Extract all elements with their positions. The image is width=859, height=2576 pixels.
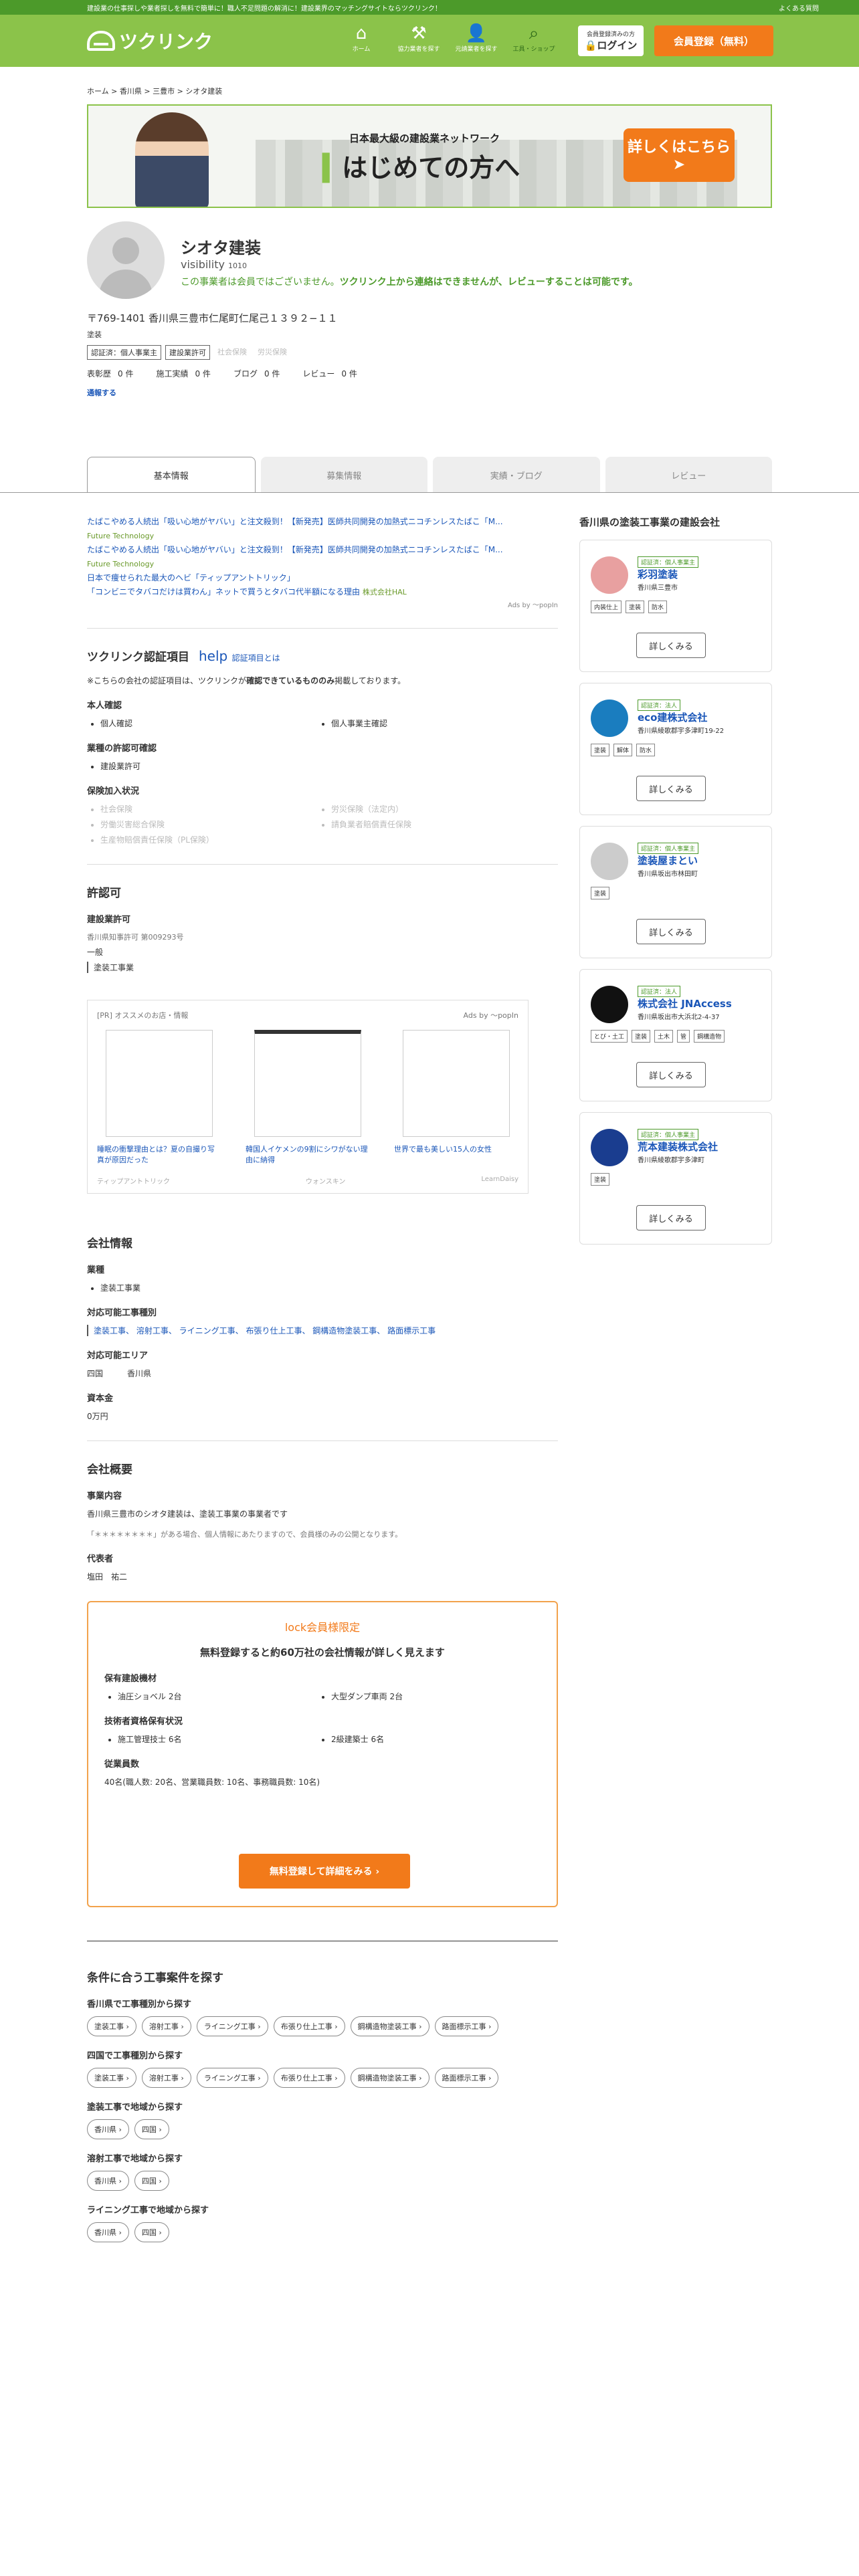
insurance-list: 社会保険労災保険（法定内） 労働災害総合保険請負業者賠償責任保険 生産物賠償責任… xyxy=(87,803,558,845)
search-chip[interactable]: 四国 › xyxy=(134,2119,169,2139)
search-chip[interactable]: ライニング工事 › xyxy=(196,2068,268,2088)
members-register-button[interactable]: 無料登録して詳細をみる › xyxy=(239,1854,410,1889)
helmet-icon xyxy=(87,31,115,51)
search-chip[interactable]: 路面標示工事 › xyxy=(434,2068,499,2088)
company-card[interactable]: 認証済：法人 株式会社 JNAccess 香川県坂出市大浜北2-4-37 とび・土工塗… xyxy=(579,969,772,1101)
ad-links: たばこやめる人続出「吸い心地がヤバい」と注文殺到！【新発売】医師共同開発の加熱式… xyxy=(87,517,503,597)
search-chip[interactable]: 路面標示工事 › xyxy=(434,2016,499,2036)
main-nav: ⌂ ホーム ⚒ 協力業者を探す 👤 元請業者を探す ⌕ 工具・ショップ xyxy=(340,23,555,53)
search-chip[interactable]: 四国 › xyxy=(134,2222,169,2242)
cert-badges: 認証済：個人事業主 建設業許可 社会保険 労災保険 xyxy=(87,345,772,360)
company-logo xyxy=(591,556,628,594)
profile-header: シオタ建装 visibility 1010 この事業者は会員ではございません。ツ… xyxy=(87,221,772,299)
home-icon: ⌂ xyxy=(355,23,367,43)
search-chip[interactable]: 布張り仕上工事 › xyxy=(273,2016,345,2036)
search-chip[interactable]: 四国 › xyxy=(134,2171,169,2191)
company-card[interactable]: 認証済：個人事業主 彩羽塗装 香川県三豊市 内装仕上 塗装 防水 詳しくみる xyxy=(579,540,772,672)
search-chip[interactable]: 溶射工事 › xyxy=(141,2068,191,2088)
company-card[interactable]: 認証済：個人事業主 荒本建装株式会社 香川県綾歌郡宇多津町 塗装 詳しくみる xyxy=(579,1112,772,1245)
login-button[interactable]: 会員登録済みの方 🔒ログイン xyxy=(578,25,644,56)
search-chip[interactable]: 香川県 › xyxy=(87,2222,129,2242)
company-name: シオタ建装 xyxy=(181,239,261,257)
search-chip[interactable]: 鋼構造物塗装工事 › xyxy=(350,2068,430,2088)
company-card[interactable]: 認証済：個人事業主 塗装屋まとい 香川県坂出市林田町 塗装 詳しくみる xyxy=(579,826,772,958)
search-icon: ⌕ xyxy=(529,23,539,43)
ad-link[interactable]: 日本で痩せられた最大のヘビ「ティップアントトリック」 xyxy=(87,573,295,582)
card-more-button[interactable]: 詳しくみる xyxy=(636,633,706,658)
cert-help-link[interactable]: 認証項目とは xyxy=(232,653,280,663)
help-icon: help 認証項目とは xyxy=(199,648,280,664)
search-chip[interactable]: 布張り仕上工事 › xyxy=(273,2068,345,2088)
tab-recruit[interactable]: 募集情報 xyxy=(260,457,427,493)
tab-basic[interactable]: 基本情報 xyxy=(87,457,256,493)
profile-stats: 表彰歴 0 件 施工実績 0 件 ブログ 0 件 レビュー 0 件 xyxy=(87,369,357,379)
banner-cta-button[interactable]: 詳しくはこちら ➤ xyxy=(624,128,735,182)
report-link[interactable]: 通報する xyxy=(87,387,772,398)
address: 〒769-1401 香川県三豊市仁尾町仁尾己１３９２−１１ xyxy=(87,312,338,324)
nav-find-contractors[interactable]: ⚒ 協力業者を探す xyxy=(397,23,440,53)
arrow-icon: ➤ xyxy=(672,156,686,173)
search-chip[interactable]: 香川県 › xyxy=(87,2119,129,2139)
card-more-button[interactable]: 詳しくみる xyxy=(636,1062,706,1087)
search-chip[interactable]: 溶射工事 › xyxy=(141,2016,191,2036)
pr-card[interactable]: 世界で最も美しい15人の女性 xyxy=(394,1030,518,1165)
avatar xyxy=(87,221,165,299)
card-more-button[interactable]: 詳しくみる xyxy=(636,776,706,801)
person-icon: 👤 xyxy=(465,23,488,43)
card-more-button[interactable]: 詳しくみる xyxy=(636,1205,706,1230)
nav-shop[interactable]: ⌕ 工具・ショップ xyxy=(512,23,555,53)
pr-card[interactable]: 韓国人イケメンの9割にシワがない理由に納得 xyxy=(246,1030,370,1165)
visibility-icon: visibility xyxy=(181,258,225,271)
sidebar: 香川県の塗装工事業の建設会社 認証済：個人事業主 彩羽塗装 香川県三豊市 内装仕上 塗装… xyxy=(579,515,772,1255)
ad-link[interactable]: 「コンビニでタバコだけは買わん」ネットで買うとタバコ代半額になる理由 xyxy=(87,587,360,597)
nav-home[interactable]: ⌂ ホーム xyxy=(340,23,383,53)
identity-list: 個人確認個人事業主確認 xyxy=(87,718,558,729)
search-chip[interactable]: ライニング工事 › xyxy=(196,2016,268,2036)
search-groups: 香川県で工事種別から探す 塗装工事 › 溶射工事 › ライニング工事 › 布張り仕上工事… xyxy=(87,1997,558,2242)
profile-tabs: 基本情報 募集情報 実績・ブログ レビュー xyxy=(87,457,772,493)
top-bar: 建設業の仕事探しや業者探しを無料で簡単に！職人不足問題の解消に！建設業界のマッチ… xyxy=(0,0,859,15)
site-header: ツクリンク ⌂ ホーム ⚒ 協力業者を探す 👤 元請業者を探す ⌕ 工具・ショップ 会員… xyxy=(0,15,859,67)
breadcrumb[interactable]: ホーム > 香川県 > 三豊市 > シオタ建装 xyxy=(87,86,772,96)
company-logo xyxy=(591,1129,628,1166)
hammer-icon: ⚒ xyxy=(411,23,427,43)
person-illustration xyxy=(135,112,209,207)
main-column: たばこやめる人続出「吸い心地がヤバい」と注文殺到！【新発売】医師共同開発の加熱式… xyxy=(87,515,558,2242)
lock-icon: 🔒 xyxy=(584,39,597,51)
search-chip[interactable]: 鋼構造物塗装工事 › xyxy=(350,2016,430,2036)
tab-works[interactable]: 実績・ブログ xyxy=(433,457,600,493)
ad-link[interactable]: たばこやめる人続出「吸い心地がヤバい」と注文殺到！【新発売】医師共同開発の加熱式… xyxy=(87,545,503,554)
top-bar-text: 建設業の仕事探しや業者探しを無料で簡単に！職人不足問題の解消に！建設業界のマッチ… xyxy=(87,5,442,13)
members-only-box: lock会員様限定 無料登録すると約60万社の会社情報が詳しく見えます 保有建設… xyxy=(87,1601,558,1907)
cert-title: ツクリンク認証項目 help 認証項目とは xyxy=(87,648,280,664)
pr-card[interactable]: 睡眠の衝撃理由とは？夏の自撮り写真が原因だった xyxy=(97,1030,221,1165)
tab-reviews[interactable]: レビュー xyxy=(605,457,772,493)
company-logo xyxy=(591,700,628,737)
register-button[interactable]: 会員登録（無料） xyxy=(654,25,773,56)
faq-link[interactable]: よくある質問 xyxy=(779,3,819,13)
pr-ads: [PR] オススメのお店・情報 Ads by 〜popIn 睡眠の衝撃理由とは？夏… xyxy=(87,1000,529,1194)
search-chip[interactable]: 塗装工事 › xyxy=(87,2068,136,2088)
company-card[interactable]: 認証済：法人 eco建株式会社 香川県綾歌郡宇多津町19-22 塗装 解体 防水 詳しくみる xyxy=(579,683,772,815)
company-logo xyxy=(591,843,628,880)
search-chip[interactable]: 塗装工事 › xyxy=(87,2016,136,2036)
nav-find-primes[interactable]: 👤 元請業者を探す xyxy=(455,23,498,53)
card-more-button[interactable]: 詳しくみる xyxy=(636,919,706,944)
ad-link[interactable]: たばこやめる人続出「吸い心地がヤバい」と注文殺到！【新発売】医師共同開発の加熱式… xyxy=(87,517,503,526)
logo[interactable]: ツクリンク xyxy=(87,27,213,54)
search-chip[interactable]: 香川県 › xyxy=(87,2171,129,2191)
company-logo xyxy=(591,986,628,1023)
intro-banner[interactable]: 日本最大級の建設業ネットワーク ▍はじめての方へ 詳しくはこちら ➤ xyxy=(87,104,772,208)
